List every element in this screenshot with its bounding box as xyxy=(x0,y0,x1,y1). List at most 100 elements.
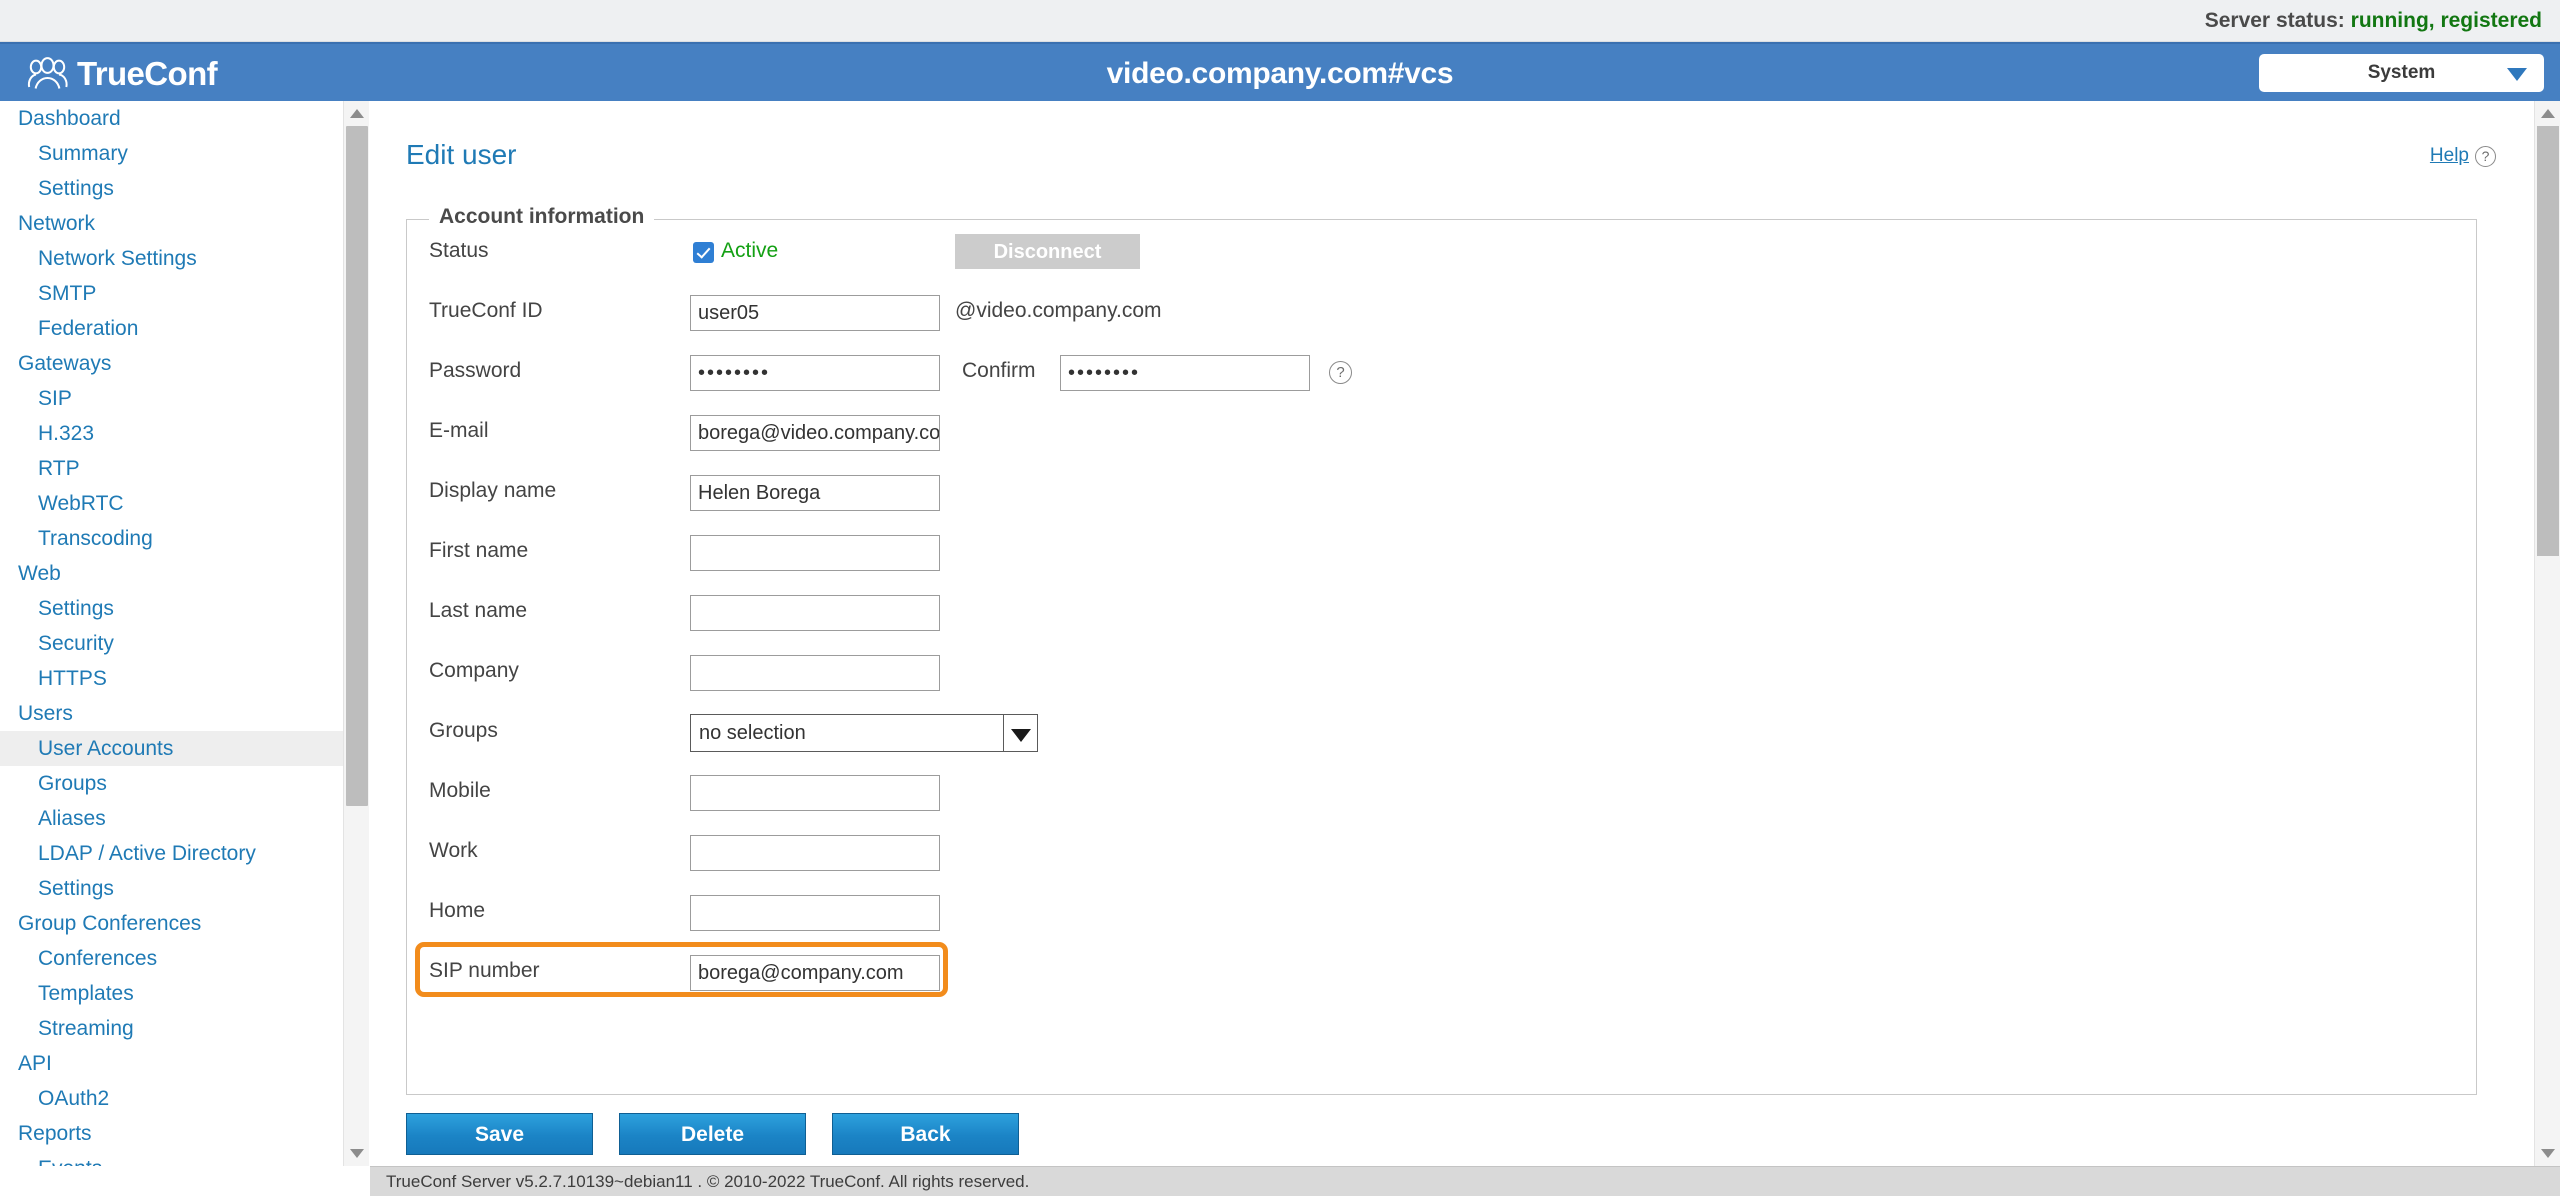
content-scrollbar[interactable] xyxy=(2534,101,2560,1166)
save-button[interactable]: Save xyxy=(406,1113,593,1155)
last-name-label: Last name xyxy=(429,582,527,640)
sidebar-item-ldap-active-directory[interactable]: LDAP / Active Directory xyxy=(0,836,343,871)
company-label: Company xyxy=(429,642,519,700)
sidebar-item-rtp[interactable]: RTP xyxy=(0,451,343,486)
display-name-label: Display name xyxy=(429,462,556,520)
sidebar-scrollbar-thumb[interactable] xyxy=(346,126,368,806)
sidebar-item-federation[interactable]: Federation xyxy=(0,311,343,346)
row-display-name: Display name Helen Borega xyxy=(407,462,2476,520)
disconnect-button[interactable]: Disconnect xyxy=(955,234,1140,269)
trueconf-id-label: TrueConf ID xyxy=(429,282,543,340)
sidebar-item-summary[interactable]: Summary xyxy=(0,136,343,171)
row-trueconf-id: TrueConf ID user05 @video.company.com xyxy=(407,282,2476,340)
sidebar-item-webrtc[interactable]: WebRTC xyxy=(0,486,343,521)
row-company: Company xyxy=(407,642,2476,700)
server-status-text: Server status: running, registered xyxy=(2205,9,2542,33)
sidebar-item-network[interactable]: Network xyxy=(0,206,343,241)
page-header-title: video.company.com#vcs xyxy=(0,44,2560,103)
row-work: Work xyxy=(407,822,2476,880)
row-password: Password •••••••• Confirm •••••••• ? xyxy=(407,342,2476,400)
sidebar-item-reports[interactable]: Reports xyxy=(0,1116,343,1151)
sidebar-item-sip[interactable]: SIP xyxy=(0,381,343,416)
status-label: Status xyxy=(429,222,489,280)
chevron-down-icon xyxy=(1011,729,1031,742)
help-link[interactable]: Help ? xyxy=(2430,145,2496,167)
sidebar-scrollbar[interactable] xyxy=(343,101,369,1166)
server-status-bar: Server status: running, registered xyxy=(0,0,2560,42)
trueconf-id-input[interactable]: user05 xyxy=(690,295,940,331)
content-scrollbar-thumb[interactable] xyxy=(2537,126,2559,556)
row-mobile: Mobile xyxy=(407,762,2476,820)
sidebar-item-users[interactable]: Users xyxy=(0,696,343,731)
sidebar-item-https[interactable]: HTTPS xyxy=(0,661,343,696)
mobile-label: Mobile xyxy=(429,762,491,820)
sidebar-item-oauth2[interactable]: OAuth2 xyxy=(0,1081,343,1116)
system-dropdown[interactable]: System xyxy=(2259,54,2544,92)
back-button[interactable]: Back xyxy=(832,1113,1019,1155)
first-name-input[interactable] xyxy=(690,535,940,571)
confirm-password-label: Confirm xyxy=(962,342,1036,400)
server-status-value: running, registered xyxy=(2351,9,2542,32)
sip-number-label: SIP number xyxy=(429,942,540,1000)
password-input[interactable]: •••••••• xyxy=(690,355,940,391)
sidebar-item-group-conferences[interactable]: Group Conferences xyxy=(0,906,343,941)
sidebar-item-templates[interactable]: Templates xyxy=(0,976,343,1011)
row-status: Status Active Disconnect xyxy=(407,222,2476,280)
groups-select-arrow-button[interactable] xyxy=(1003,715,1037,751)
question-mark-icon: ? xyxy=(2475,146,2496,167)
sidebar-item-api[interactable]: API xyxy=(0,1046,343,1081)
row-sip-number: SIP number borega@company.com xyxy=(407,942,2476,1000)
scroll-down-icon[interactable] xyxy=(350,1149,364,1158)
sidebar-item-security[interactable]: Security xyxy=(0,626,343,661)
groups-select[interactable]: no selection xyxy=(690,714,1038,752)
sidebar-item-conferences[interactable]: Conferences xyxy=(0,941,343,976)
chevron-down-icon xyxy=(2507,68,2527,81)
sidebar-item-network-settings[interactable]: Network Settings xyxy=(0,241,343,276)
main-content: Edit user Help ? Account information Sta… xyxy=(370,101,2534,1166)
sidebar-item-web[interactable]: Web xyxy=(0,556,343,591)
page-title: Edit user xyxy=(406,139,517,171)
groups-label: Groups xyxy=(429,702,498,760)
sidebar-item-groups[interactable]: Groups xyxy=(0,766,343,801)
active-checkbox-label: Active xyxy=(721,222,778,280)
scroll-down-icon[interactable] xyxy=(2541,1149,2555,1158)
sidebar-nav[interactable]: DashboardSummarySettingsNetworkNetwork S… xyxy=(0,101,343,1166)
home-input[interactable] xyxy=(690,895,940,931)
row-first-name: First name xyxy=(407,522,2476,580)
home-label: Home xyxy=(429,882,485,940)
display-name-input[interactable]: Helen Borega xyxy=(690,475,940,511)
password-help-icon[interactable]: ? xyxy=(1329,361,1352,384)
sidebar-item-dashboard[interactable]: Dashboard xyxy=(0,101,343,136)
sidebar-item-settings[interactable]: Settings xyxy=(0,871,343,906)
row-home: Home xyxy=(407,882,2476,940)
app-header: TrueConf video.company.com#vcs System xyxy=(0,42,2560,101)
row-groups: Groups no selection xyxy=(407,702,2476,760)
email-input[interactable]: borega@video.company.co xyxy=(690,415,940,451)
sidebar-item-settings[interactable]: Settings xyxy=(0,171,343,206)
first-name-label: First name xyxy=(429,522,528,580)
sidebar-item-gateways[interactable]: Gateways xyxy=(0,346,343,381)
sidebar-item-smtp[interactable]: SMTP xyxy=(0,276,343,311)
last-name-input[interactable] xyxy=(690,595,940,631)
sidebar-item-transcoding[interactable]: Transcoding xyxy=(0,521,343,556)
groups-select-value: no selection xyxy=(699,715,806,751)
scroll-up-icon[interactable] xyxy=(350,109,364,118)
work-input[interactable] xyxy=(690,835,940,871)
sidebar-item-aliases[interactable]: Aliases xyxy=(0,801,343,836)
sidebar-item-streaming[interactable]: Streaming xyxy=(0,1011,343,1046)
row-email: E-mail borega@video.company.co xyxy=(407,402,2476,460)
mobile-input[interactable] xyxy=(690,775,940,811)
confirm-password-input[interactable]: •••••••• xyxy=(1060,355,1310,391)
help-link-label: Help xyxy=(2430,145,2469,167)
sidebar-item-user-accounts[interactable]: User Accounts xyxy=(0,731,343,766)
sidebar-item-events[interactable]: Events xyxy=(0,1151,343,1166)
account-information-fieldset: Account information Status Active Discon… xyxy=(406,219,2477,1095)
scroll-up-icon[interactable] xyxy=(2541,109,2555,118)
sip-number-input[interactable]: borega@company.com xyxy=(690,955,940,991)
sidebar-item-h-323[interactable]: H.323 xyxy=(0,416,343,451)
active-checkbox[interactable] xyxy=(693,242,714,263)
company-input[interactable] xyxy=(690,655,940,691)
delete-button[interactable]: Delete xyxy=(619,1113,806,1155)
sidebar-item-settings[interactable]: Settings xyxy=(0,591,343,626)
password-label: Password xyxy=(429,342,521,400)
